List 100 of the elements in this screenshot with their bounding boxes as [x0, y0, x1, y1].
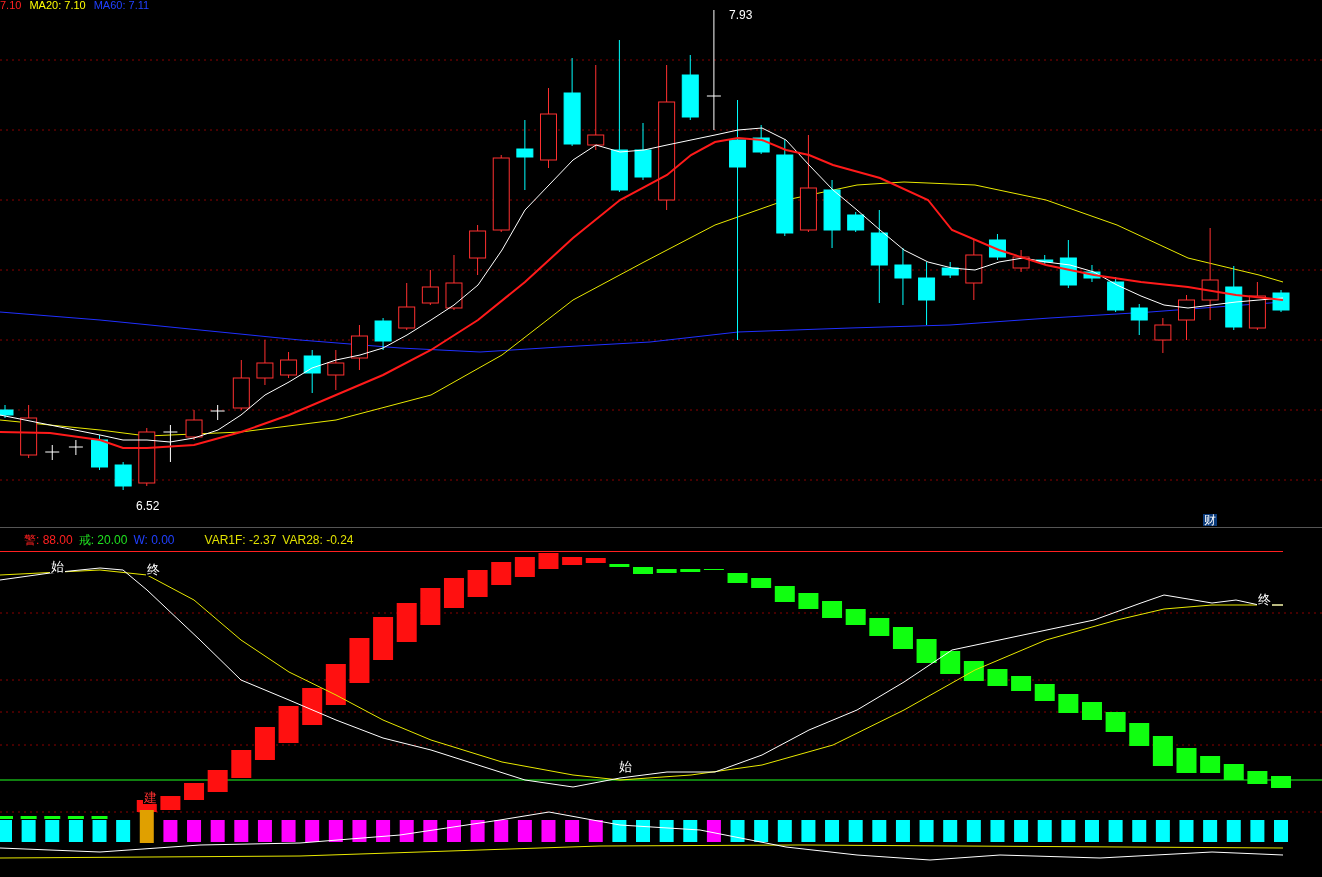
candlestick [68, 439, 84, 456]
signal-bar [1274, 820, 1288, 842]
signal-bar [588, 820, 603, 842]
signal-bar [163, 820, 178, 842]
signal-bar [1203, 820, 1218, 842]
histogram-bar [420, 588, 441, 625]
signal-bar [966, 820, 981, 842]
signal-bar [423, 820, 438, 842]
signal-bar [1108, 820, 1123, 842]
candlestick [918, 261, 936, 326]
candlestick [752, 124, 770, 155]
signal-bar [376, 820, 391, 842]
candlestick [185, 409, 203, 441]
histogram-bar [467, 570, 488, 597]
histogram-bar [727, 573, 748, 583]
signal-bar [1155, 820, 1170, 842]
signal-bar [612, 820, 627, 842]
moving-average-legend: 7.10 [0, 0, 22, 11]
histogram-bar [44, 816, 61, 819]
histogram-bar [91, 816, 108, 819]
histogram-bar [160, 796, 181, 810]
signal-bar [1226, 820, 1241, 842]
candlestick [941, 261, 959, 279]
histogram-bar [562, 557, 583, 565]
histogram-bar [1223, 764, 1244, 780]
histogram-bar [443, 578, 464, 608]
signal-bar [943, 820, 958, 842]
candlestick [1107, 276, 1125, 313]
histogram-bar [1105, 712, 1126, 732]
histogram-bar [325, 664, 346, 705]
histogram-bar [491, 562, 512, 585]
signal-bar [1014, 820, 1029, 842]
signal-bar [470, 820, 485, 842]
histogram-bar [774, 586, 795, 602]
signal-bar [446, 820, 461, 842]
signal-marker: 建 [143, 791, 158, 804]
histogram-bar [869, 618, 890, 636]
histogram-bar [633, 567, 653, 574]
signal-bar [234, 820, 249, 842]
histogram-bar [349, 638, 370, 683]
candlestick [1272, 289, 1290, 313]
signal-bar [801, 820, 816, 842]
candlestick [20, 404, 38, 459]
signal-bar [777, 820, 792, 842]
histogram-bar [1034, 684, 1055, 701]
signal-bar [919, 820, 934, 842]
signal-bar [1132, 820, 1147, 842]
signal-bar [210, 820, 225, 842]
candlestick [327, 349, 345, 391]
candlestick [1083, 264, 1101, 283]
histogram-bar [822, 601, 843, 618]
signal-bar [494, 820, 509, 842]
histogram-bar [680, 569, 701, 572]
signal-bar [1179, 820, 1194, 842]
signal-bar [352, 820, 367, 842]
signal-bar [659, 820, 674, 842]
candlestick [232, 359, 250, 411]
low-price-label: 6.52 [136, 500, 160, 512]
histogram-bar [278, 706, 299, 743]
candlestick [445, 254, 463, 311]
signal-bar [305, 820, 320, 842]
histogram-bar [609, 564, 630, 567]
candlestick [681, 54, 699, 121]
histogram-bar [798, 593, 819, 609]
indicator-legend: 戒: 20.00 [78, 530, 128, 549]
signal-bar [754, 820, 769, 842]
candlestick [894, 247, 912, 306]
candlestick [421, 269, 439, 306]
signal-bar [21, 820, 36, 842]
signal-bar [636, 820, 650, 842]
histogram-bar [538, 553, 559, 569]
signal-bar [848, 820, 863, 842]
signal-bar [45, 820, 60, 842]
candlestick [303, 349, 321, 394]
indicator-legend: VAR1F: -2.37 [204, 530, 277, 549]
histogram-bar [20, 816, 37, 819]
moving-average-legend: MA60: 7.11 [93, 0, 150, 11]
signal-bar [399, 820, 414, 842]
signal-bar [0, 820, 12, 842]
signal-bar [68, 820, 83, 842]
histogram-bar [67, 816, 84, 819]
signal-bar [281, 820, 296, 842]
signal-bar [706, 820, 721, 842]
histogram-bar [940, 651, 961, 674]
signal-bar [872, 820, 887, 842]
candlestick [823, 179, 841, 249]
indicator-legend: 警: 88.00 [24, 530, 73, 549]
signal-bar [1061, 820, 1076, 842]
histogram-bar [514, 557, 535, 577]
signal-bar [990, 820, 1005, 842]
signal-bar [92, 820, 107, 842]
candlestick [1154, 317, 1172, 354]
high-price-label: 7.93 [729, 9, 753, 21]
histogram-bar [207, 770, 228, 792]
candlestick [114, 461, 132, 491]
candlestick [1036, 254, 1054, 266]
histogram-bar [1200, 756, 1221, 773]
candlestick [516, 119, 534, 191]
indicator-legend: W: 0.00 [133, 530, 175, 549]
histogram-bar [987, 669, 1008, 686]
